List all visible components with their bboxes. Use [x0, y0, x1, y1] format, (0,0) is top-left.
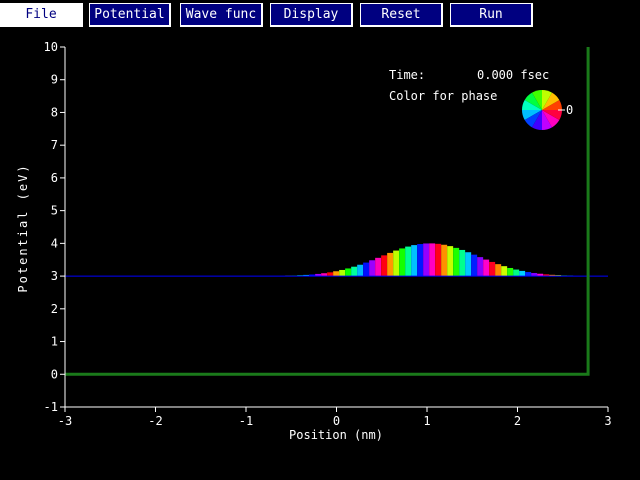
wavepacket-slice — [459, 249, 466, 277]
wavepacket-slice — [339, 269, 346, 277]
y-tick-label: 0 — [51, 367, 58, 381]
y-tick-label: 9 — [51, 73, 58, 87]
x-tick-label: 0 — [333, 414, 340, 428]
wavepacket-slice — [429, 243, 436, 277]
wavepacket-slice — [435, 243, 442, 277]
x-tick-label: 2 — [514, 414, 521, 428]
wavepacket-slice — [345, 268, 352, 277]
time-label: Time: — [389, 68, 425, 82]
x-tick-label: 1 — [423, 414, 430, 428]
wavepacket-slice — [363, 262, 370, 277]
potential-curve — [65, 47, 590, 376]
time-value: 0.000 fsec — [477, 68, 549, 82]
wavepacket — [285, 243, 574, 277]
y-tick-label: 5 — [51, 204, 58, 218]
y-tick-label: 6 — [51, 171, 58, 185]
wavepacket-slice — [465, 252, 472, 277]
wavepacket-slice — [327, 272, 334, 277]
wavepacket-slice — [357, 264, 364, 277]
wavepacket-slice — [369, 260, 376, 277]
wavepacket-slice — [447, 246, 454, 277]
wavepacket-slice — [507, 267, 514, 277]
wavepacket-slice — [351, 266, 358, 277]
wavepacket-slice — [519, 270, 526, 277]
wavepacket-slice — [417, 244, 424, 277]
y-tick-label: 3 — [51, 269, 58, 283]
x-tick-label: -2 — [148, 414, 162, 428]
wavepacket-slice — [501, 266, 508, 277]
x-tick-label: -3 — [58, 414, 72, 428]
y-tick-label: 1 — [51, 335, 58, 349]
wavepacket-slice — [513, 269, 520, 277]
wavepacket-slice — [471, 254, 478, 277]
wavepacket-slice — [477, 257, 484, 277]
wavepacket-slice — [453, 247, 460, 277]
wavepacket-slice — [411, 245, 418, 277]
wavepacket-slice — [405, 246, 412, 277]
phase-legend-label: Color for phase — [389, 89, 497, 103]
wavepacket-slice — [375, 257, 382, 277]
y-tick-label: -1 — [44, 400, 58, 414]
wavepacket-slice — [423, 243, 430, 277]
x-tick-label: 3 — [604, 414, 611, 428]
wavepacket-slice — [381, 255, 388, 277]
y-tick-label: 7 — [51, 138, 58, 152]
y-tick-label: 4 — [51, 236, 58, 250]
wavepacket-slice — [393, 250, 400, 277]
y-tick-label: 8 — [51, 105, 58, 119]
y-axis-label: Potential (eV) — [16, 163, 30, 292]
wavepacket-slice — [489, 261, 496, 277]
x-axis-label: Position (nm) — [289, 428, 383, 442]
x-tick-label: -1 — [239, 414, 253, 428]
wavepacket-slice — [495, 264, 502, 277]
wavepacket-slice — [333, 271, 340, 277]
wavepacket-slice — [387, 252, 394, 277]
phase-zero-label: 0 — [566, 103, 573, 117]
y-tick-label: 2 — [51, 302, 58, 316]
potential-plot: -3 -2 -1 0 1 2 3 -1 0 1 2 3 4 5 6 7 8 9 10 Position (nm) P… — [16, 40, 612, 442]
wavepacket-slice — [525, 272, 532, 277]
y-tick-label: 10 — [44, 40, 58, 54]
wavepacket-slice — [399, 248, 406, 277]
phase-color-wheel — [522, 90, 562, 130]
wavepacket-slice — [483, 259, 490, 277]
wavepacket-slice — [441, 244, 448, 277]
